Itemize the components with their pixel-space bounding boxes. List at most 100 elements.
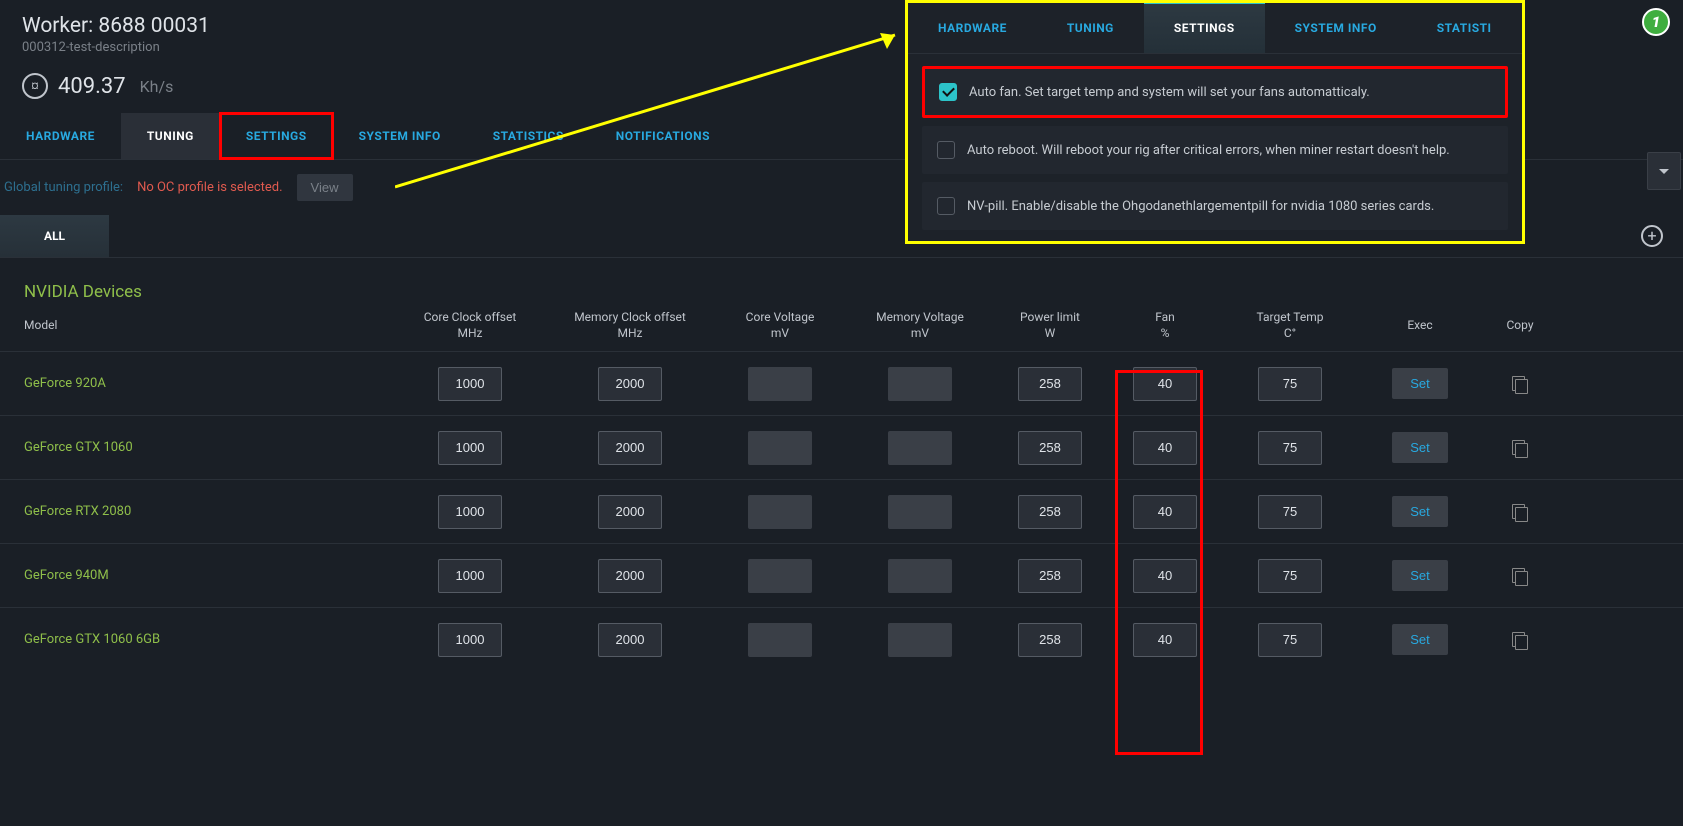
copy-icon[interactable] <box>1512 504 1528 520</box>
col-power: Power limitW <box>990 310 1110 341</box>
core-voltage-input[interactable] <box>748 495 812 529</box>
core-clock-input[interactable] <box>438 495 502 529</box>
core-voltage-input[interactable] <box>748 367 812 401</box>
target-temp-input[interactable] <box>1258 623 1322 657</box>
copy-icon[interactable] <box>1512 440 1528 456</box>
ov-tab-statistics[interactable]: STATISTI <box>1407 3 1522 53</box>
tab-notifications[interactable]: NOTIFICATIONS <box>590 113 736 159</box>
device-model: GeForce 920A <box>10 376 390 391</box>
hashrate-value: 409.37 <box>58 74 126 99</box>
set-button[interactable]: Set <box>1392 624 1448 655</box>
col-copy: Copy <box>1480 318 1560 334</box>
set-button[interactable]: Set <box>1392 496 1448 527</box>
device-model: GeForce GTX 1060 6GB <box>10 632 390 647</box>
fan-input[interactable] <box>1133 367 1197 401</box>
view-button[interactable]: View <box>297 174 353 201</box>
col-mvolt: Memory VoltagemV <box>850 310 990 341</box>
autofan-label: Auto fan. Set target temp and system wil… <box>969 85 1370 100</box>
core-clock-input[interactable] <box>438 431 502 465</box>
setting-autofan-row: Auto fan. Set target temp and system wil… <box>922 66 1508 118</box>
target-temp-input[interactable] <box>1258 367 1322 401</box>
mem-voltage-input[interactable] <box>888 559 952 593</box>
table-header: Model Core Clock offsetMHz Memory Clock … <box>0 310 1683 351</box>
profile-warning: No OC profile is selected. <box>137 180 282 195</box>
device-model: GeForce GTX 1060 <box>10 440 390 455</box>
fan-input[interactable] <box>1133 495 1197 529</box>
copy-icon[interactable] <box>1512 376 1528 392</box>
dropdown-toggle[interactable] <box>1647 152 1681 190</box>
fan-input[interactable] <box>1133 559 1197 593</box>
device-model: GeForce 940M <box>10 568 390 583</box>
mem-clock-input[interactable] <box>598 623 662 657</box>
chevron-down-icon <box>1659 169 1669 174</box>
table-row: GeForce GTX 1060 Set <box>0 415 1683 479</box>
fan-input[interactable] <box>1133 431 1197 465</box>
set-button[interactable]: Set <box>1392 560 1448 591</box>
add-profile-button[interactable]: + <box>1641 225 1663 247</box>
core-voltage-input[interactable] <box>748 431 812 465</box>
set-button[interactable]: Set <box>1392 432 1448 463</box>
copy-icon[interactable] <box>1512 632 1528 648</box>
power-limit-input[interactable] <box>1018 495 1082 529</box>
ov-tab-tuning[interactable]: TUNING <box>1037 3 1144 53</box>
col-mem: Memory Clock offsetMHz <box>550 310 710 341</box>
section-title: NVIDIA Devices <box>0 258 1683 310</box>
core-clock-input[interactable] <box>438 623 502 657</box>
col-temp: Target TempC° <box>1220 310 1360 341</box>
devices-table: Model Core Clock offsetMHz Memory Clock … <box>0 310 1683 671</box>
mem-clock-input[interactable] <box>598 495 662 529</box>
power-limit-input[interactable] <box>1018 367 1082 401</box>
tab-system-info[interactable]: SYSTEM INFO <box>333 113 467 159</box>
power-limit-input[interactable] <box>1018 431 1082 465</box>
overlay-tabs: HARDWARE TUNING SETTINGS SYSTEM INFO STA… <box>908 3 1522 54</box>
mem-clock-input[interactable] <box>598 559 662 593</box>
tab-statistics[interactable]: STATISTICS <box>467 113 590 159</box>
copy-icon[interactable] <box>1512 568 1528 584</box>
core-clock-input[interactable] <box>438 559 502 593</box>
col-model: Model <box>10 318 390 334</box>
ov-tab-hardware[interactable]: HARDWARE <box>908 3 1037 53</box>
setting-nvpill-row: NV-pill. Enable/disable the Ohgodanethla… <box>922 182 1508 230</box>
mem-clock-input[interactable] <box>598 431 662 465</box>
mem-voltage-input[interactable] <box>888 495 952 529</box>
nvpill-checkbox[interactable] <box>937 197 955 215</box>
set-button[interactable]: Set <box>1392 368 1448 399</box>
table-row: GeForce RTX 2080 Set <box>0 479 1683 543</box>
core-clock-input[interactable] <box>438 367 502 401</box>
settings-overlay: HARDWARE TUNING SETTINGS SYSTEM INFO STA… <box>905 0 1525 244</box>
power-limit-input[interactable] <box>1018 559 1082 593</box>
core-voltage-input[interactable] <box>748 559 812 593</box>
step-badge: 1 <box>1642 8 1670 36</box>
mem-voltage-input[interactable] <box>888 623 952 657</box>
autoreboot-checkbox[interactable] <box>937 141 955 159</box>
fan-input[interactable] <box>1133 623 1197 657</box>
tab-hardware[interactable]: HARDWARE <box>0 113 121 159</box>
autofan-checkbox[interactable] <box>939 83 957 101</box>
mem-voltage-input[interactable] <box>888 431 952 465</box>
device-model: GeForce RTX 2080 <box>10 504 390 519</box>
target-temp-input[interactable] <box>1258 559 1322 593</box>
col-cvolt: Core VoltagemV <box>710 310 850 341</box>
tab-settings[interactable]: SETTINGS <box>220 113 333 159</box>
overlay-body: Auto fan. Set target temp and system wil… <box>908 54 1522 250</box>
hashrate-unit: Kh/s <box>140 77 174 96</box>
core-voltage-input[interactable] <box>748 623 812 657</box>
col-core: Core Clock offsetMHz <box>390 310 550 341</box>
mem-clock-input[interactable] <box>598 367 662 401</box>
ov-tab-settings[interactable]: SETTINGS <box>1144 3 1265 53</box>
mem-voltage-input[interactable] <box>888 367 952 401</box>
table-row: GeForce 940M Set <box>0 543 1683 607</box>
profile-label: Global tuning profile: <box>4 180 123 195</box>
col-exec: Exec <box>1360 318 1480 334</box>
nvpill-label: NV-pill. Enable/disable the Ohgodanethla… <box>967 199 1434 214</box>
subtab-all[interactable]: ALL <box>0 215 109 257</box>
setting-autoreboot-row: Auto reboot. Will reboot your rig after … <box>922 126 1508 174</box>
target-temp-input[interactable] <box>1258 431 1322 465</box>
ov-tab-system-info[interactable]: SYSTEM INFO <box>1265 3 1407 53</box>
hashrate-icon: ¤ <box>22 73 48 99</box>
col-fan: Fan% <box>1110 310 1220 341</box>
table-row: GeForce 920A Set <box>0 351 1683 415</box>
power-limit-input[interactable] <box>1018 623 1082 657</box>
target-temp-input[interactable] <box>1258 495 1322 529</box>
tab-tuning[interactable]: TUNING <box>121 113 220 159</box>
